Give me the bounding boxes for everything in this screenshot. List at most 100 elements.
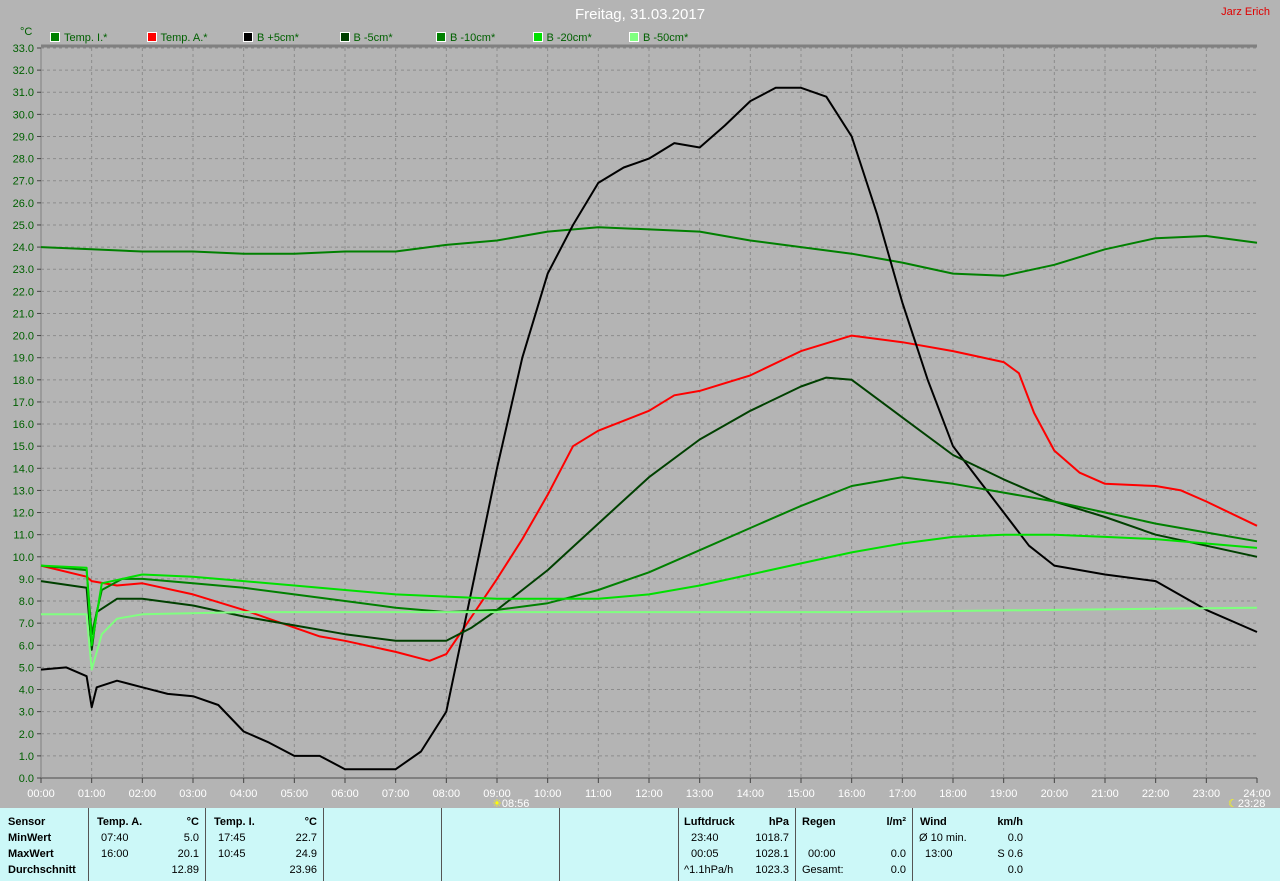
- x-tick-label: 20:00: [1041, 788, 1069, 800]
- x-tick-label: 12:00: [635, 788, 663, 800]
- y-tick-label: 21.0: [13, 308, 34, 320]
- rain-total: 0.0: [890, 864, 906, 876]
- min-label: MinWert: [8, 832, 52, 844]
- rain-total-label: Gesamt:: [802, 864, 844, 876]
- y-tick-label: 0.0: [19, 773, 34, 785]
- y-tick-label: 7.0: [19, 618, 34, 630]
- x-tick-label: 13:00: [686, 788, 714, 800]
- legend-swatch: [629, 32, 639, 42]
- temp-i-header: Temp. I.: [214, 816, 255, 828]
- legend-swatch: [146, 32, 157, 42]
- legend-item: B -20cm*: [532, 32, 592, 44]
- stats-panel: Sensor MinWert MaxWert Durchschnitt Temp…: [0, 808, 1280, 881]
- y-tick-label: 2.0: [19, 729, 34, 741]
- legend-swatch: [243, 32, 253, 42]
- temp-a-unit: °C: [186, 816, 199, 828]
- sensor-column: Sensor MinWert MaxWert Durchschnitt: [0, 808, 89, 881]
- sensor-label: Sensor: [8, 816, 46, 828]
- temp-i-avg: 23.96: [289, 864, 317, 876]
- x-tick-label: 10:00: [534, 788, 562, 800]
- rain-header: Regen: [802, 816, 836, 828]
- y-tick-label: 15.0: [13, 441, 34, 453]
- y-tick-label: 24.0: [13, 242, 34, 254]
- y-tick-label: 6.0: [19, 640, 34, 652]
- y-tick-label: 12.0: [13, 508, 34, 520]
- x-tick-label: 07:00: [382, 788, 410, 800]
- legend-item: B +5cm*: [243, 32, 299, 44]
- wind-header: Wind: [920, 816, 947, 828]
- wind-total: 0.0: [1007, 864, 1023, 876]
- wind-avg-label: Ø 10 min.: [919, 832, 967, 844]
- temp-a-avg: 12.89: [171, 864, 199, 876]
- rain-unit: l/m²: [886, 816, 906, 828]
- wind-unit: km/h: [997, 816, 1023, 828]
- avg-label: Durchschnitt: [8, 864, 76, 876]
- temp-i-min-time: 17:45: [218, 832, 246, 844]
- y-tick-label: 5.0: [19, 662, 34, 674]
- y-tick-label: 25.0: [13, 220, 34, 232]
- legend-label: B -5cm*: [353, 32, 393, 44]
- y-tick-label: 28.0: [13, 154, 34, 166]
- legend-swatch: [436, 32, 446, 42]
- pressure-unit: hPa: [768, 816, 789, 828]
- rain-column: Regen l/m² 00:00 0.0 Gesamt: 0.0: [796, 808, 913, 881]
- wind-max-time: 13:00: [925, 848, 953, 860]
- legend-item: Temp. A.*: [146, 32, 208, 44]
- temperature-chart: 0.0 1.0 2.0 3.0 4.0 5.0 6.0 7.0 8.0 9.0 10.0 11.0 12…: [13, 43, 1271, 800]
- pressure-min-time: 23:40: [691, 832, 719, 844]
- y-tick-label: 16.0: [13, 419, 34, 431]
- legend-label: Temp. A.*: [160, 32, 208, 44]
- x-tick-label: 21:00: [1091, 788, 1119, 800]
- y-tick-label: 30.0: [13, 109, 34, 121]
- wind-avg: 0.0: [1007, 832, 1023, 844]
- x-tick-label: 02:00: [129, 788, 157, 800]
- x-tick-label: 00:00: [27, 788, 55, 800]
- temp-i-column: Temp. I. °C 17:45 22.7 10:45 24.9 23.96: [206, 808, 324, 881]
- wind-column: Wind km/h Ø 10 min. 0.0 13:00 S 0.6 0.0: [913, 808, 1029, 881]
- temp-i-unit: °C: [304, 816, 317, 828]
- legend-label: B +5cm*: [257, 32, 299, 44]
- temp-i-max-time: 10:45: [218, 848, 246, 860]
- rain-time: 00:00: [808, 848, 836, 860]
- x-tick-label: 19:00: [990, 788, 1018, 800]
- x-tick-label: 01:00: [78, 788, 106, 800]
- y-tick-label: 27.0: [13, 176, 34, 188]
- x-tick-label: 17:00: [889, 788, 917, 800]
- empty-column: [442, 808, 560, 881]
- y-axis-unit: °C: [20, 26, 33, 38]
- x-tick-label: 08:00: [433, 788, 461, 800]
- temp-a-max-time: 16:00: [101, 848, 129, 860]
- legend-item: B -10cm*: [436, 32, 495, 44]
- y-tick-label: 33.0: [13, 43, 34, 55]
- y-tick-label: 18.0: [13, 375, 34, 387]
- y-tick-label: 26.0: [13, 198, 34, 210]
- pressure-max: 1028.1: [755, 848, 789, 860]
- legend-item: B -5cm*: [339, 32, 393, 44]
- x-tick-label: 16:00: [838, 788, 866, 800]
- y-tick-label: 4.0: [19, 685, 34, 697]
- y-tick-label: 9.0: [19, 574, 34, 586]
- temp-i-min: 22.7: [295, 832, 317, 844]
- y-tick-label: 1.0: [19, 751, 34, 763]
- legend-item: B -50cm*: [629, 32, 688, 44]
- pressure-header: Luftdruck: [684, 816, 735, 828]
- temp-a-header: Temp. A.: [97, 816, 143, 828]
- pressure-max-time: 00:05: [691, 848, 719, 860]
- temp-a-min-time: 07:40: [101, 832, 129, 844]
- temp-a-column: Temp. A. °C 07:40 5.0 16:00 20.1 12.89: [89, 808, 206, 881]
- x-tick-label: 05:00: [281, 788, 309, 800]
- empty-column: [324, 808, 442, 881]
- y-tick-label: 8.0: [19, 596, 34, 608]
- wind-max: S 0.6: [997, 848, 1023, 860]
- temp-i-max: 24.9: [295, 848, 317, 860]
- legend-label: B -20cm*: [546, 32, 592, 44]
- y-tick-label: 13.0: [13, 485, 34, 497]
- legend-swatch: [532, 32, 543, 42]
- empty-column: [560, 808, 679, 881]
- y-tick-label: 31.0: [13, 87, 34, 99]
- y-tick-label: 19.0: [13, 353, 34, 365]
- x-tick-label: 14:00: [737, 788, 765, 800]
- legend-label: B -50cm*: [643, 32, 689, 44]
- y-tick-label: 14.0: [13, 463, 34, 475]
- legend-swatch: [339, 32, 350, 42]
